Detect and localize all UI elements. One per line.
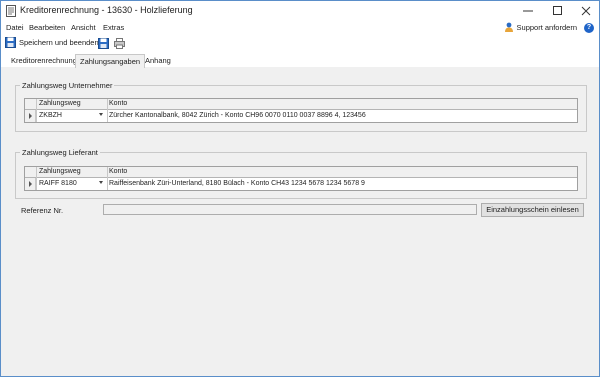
save-close-label: Speichern und beenden bbox=[19, 38, 99, 47]
table-row[interactable]: RAIFF 8180 Raiffeisenbank Züri-Unterland… bbox=[25, 178, 577, 190]
close-icon bbox=[581, 6, 591, 16]
grid-lieferant: Zahlungsweg Konto RAIFF 8180 Raiffeisenb… bbox=[24, 166, 578, 191]
col-header-zahlungsweg: Zahlungsweg bbox=[39, 100, 81, 107]
save-icon[interactable] bbox=[98, 38, 109, 49]
help-icon[interactable]: ? bbox=[584, 23, 594, 33]
row-pointer-icon bbox=[29, 113, 32, 119]
group-zahlungsweg-unternehmer: Zahlungsweg Unternehmer Zahlungsweg Kont… bbox=[15, 81, 587, 132]
row-indicator bbox=[25, 178, 36, 190]
menu-extras[interactable]: Extras bbox=[103, 23, 124, 32]
referenz-label: Referenz Nr. bbox=[21, 206, 64, 215]
app-window: Kreditorenrechnung - 13630 - Holzlieferu… bbox=[0, 0, 600, 377]
minimize-icon bbox=[523, 10, 533, 12]
cell-zahlungsweg[interactable]: ZKBZH bbox=[39, 112, 62, 119]
support-button[interactable]: Support anfordern bbox=[504, 22, 577, 32]
minimize-button[interactable] bbox=[515, 2, 541, 20]
tab-zahlungsangaben[interactable]: Zahlungsangaben bbox=[75, 54, 146, 68]
col-header-konto: Konto bbox=[109, 168, 128, 175]
cell-zahlungsweg[interactable]: RAIFF 8180 bbox=[39, 180, 77, 187]
group-title-unternehmer: Zahlungsweg Unternehmer bbox=[20, 81, 115, 90]
title-bar: Kreditorenrechnung - 13630 - Holzlieferu… bbox=[1, 1, 599, 21]
tab-anhang[interactable]: Anhang bbox=[141, 55, 175, 67]
save-close-icon bbox=[5, 37, 16, 48]
user-support-icon bbox=[504, 22, 513, 32]
table-row[interactable]: ZKBZH Zürcher Kantonalbank, 8042 Zürich … bbox=[25, 110, 577, 122]
window-title: Kreditorenrechnung - 13630 - Holzlieferu… bbox=[20, 5, 193, 15]
menu-bar: Datei Bearbeiten Ansicht Extras Support … bbox=[1, 21, 599, 35]
row-pointer-icon bbox=[29, 181, 32, 187]
maximize-icon bbox=[553, 6, 562, 15]
col-header-konto: Konto bbox=[109, 100, 128, 107]
chevron-down-icon[interactable] bbox=[99, 181, 103, 184]
col-header-zahlungsweg: Zahlungsweg bbox=[39, 168, 81, 175]
support-label: Support anfordern bbox=[516, 22, 577, 32]
einzahlungsschein-einlesen-button[interactable]: Einzahlungsschein einlesen bbox=[481, 203, 584, 217]
document-icon bbox=[6, 5, 16, 17]
menu-ansicht[interactable]: Ansicht bbox=[71, 23, 96, 32]
tab-kreditorenrechnung[interactable]: Kreditorenrechnung bbox=[7, 55, 81, 67]
tab-bar: Kreditorenrechnung Zahlungsangaben Anhan… bbox=[1, 53, 599, 68]
print-icon[interactable] bbox=[114, 38, 125, 49]
row-indicator bbox=[25, 110, 36, 122]
chevron-down-icon[interactable] bbox=[99, 113, 103, 116]
group-zahlungsweg-lieferant: Zahlungsweg Lieferant Zahlungsweg Konto … bbox=[15, 148, 587, 199]
maximize-button[interactable] bbox=[545, 2, 571, 20]
grid-unternehmer: Zahlungsweg Konto ZKBZH Zürcher Kantonal… bbox=[24, 98, 578, 123]
close-button[interactable] bbox=[573, 2, 599, 20]
save-close-button[interactable]: Speichern und beenden bbox=[5, 37, 99, 48]
referenz-input[interactable] bbox=[103, 204, 477, 215]
cell-konto[interactable]: Raiffeisenbank Züri-Unterland, 8180 Büla… bbox=[109, 180, 365, 187]
menu-datei[interactable]: Datei bbox=[6, 23, 24, 32]
menu-bearbeiten[interactable]: Bearbeiten bbox=[29, 23, 65, 32]
cell-konto[interactable]: Zürcher Kantonalbank, 8042 Zürich - Kont… bbox=[109, 112, 366, 119]
group-title-lieferant: Zahlungsweg Lieferant bbox=[20, 148, 100, 157]
toolbar: Speichern und beenden bbox=[1, 35, 599, 53]
